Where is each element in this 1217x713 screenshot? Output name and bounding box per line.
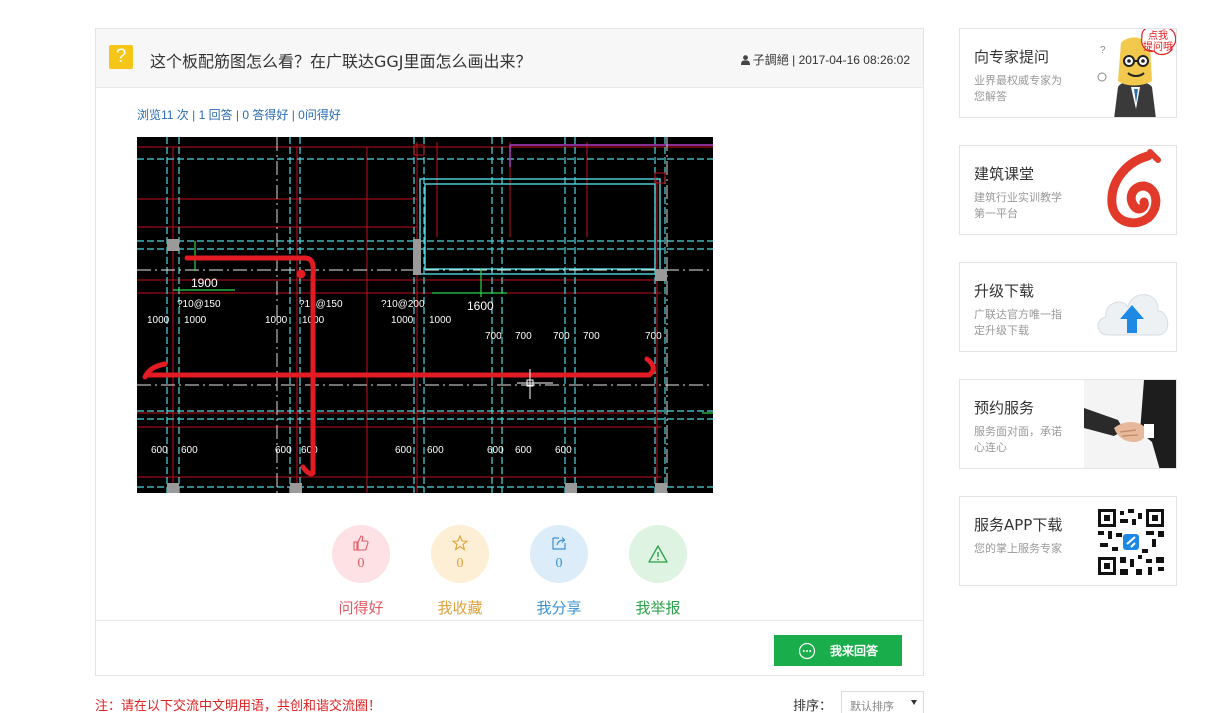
cad-dim-label: 700 (515, 331, 532, 342)
share-button[interactable]: 0 我分享 (528, 525, 590, 618)
good-question-button[interactable]: 0 问得好 (330, 525, 392, 618)
sidebar-title[interactable]: 向专家提问 (974, 46, 1049, 67)
handshake-icon (1084, 380, 1176, 468)
favorite-count: 0 (456, 556, 464, 571)
sidebar-title[interactable]: 服务APP下载 (974, 514, 1062, 535)
cad-dim-1900: 1900 (191, 276, 218, 290)
good-question-circle[interactable]: 0 (332, 525, 390, 583)
meta-separator: | (792, 53, 796, 67)
question-mark-icon: ? (109, 45, 133, 69)
favorite-circle[interactable]: 0 (431, 525, 489, 583)
cad-dim-label: 600 (515, 445, 532, 456)
sidebar-ask-expert[interactable]: 向专家提问 业界最权威专家为您解答 ? 点我 提问哦 (959, 28, 1177, 118)
user-icon (740, 55, 750, 65)
share-circle[interactable]: 0 (530, 525, 588, 583)
svg-text:?: ? (1100, 45, 1106, 56)
answer-bar: 我来回答 (96, 620, 923, 675)
qr-code-icon (1098, 509, 1164, 575)
sidebar-desc: 您的掌上服务专家 (974, 542, 1062, 555)
question-stats: 浏览11 次 | 1 回答 | 0 答得好 | 0问得好 (137, 108, 341, 122)
cad-dim-label: 1000 (147, 315, 170, 326)
sidebar-desc: 服务面对面，承诺心连心 (974, 425, 1062, 454)
expert-mascot-icon: ? 点我 提问哦 (1097, 29, 1176, 117)
report-label[interactable]: 我举报 (617, 597, 699, 618)
report-circle[interactable] (629, 525, 687, 583)
cloud-upload-icon (1097, 294, 1169, 336)
question-actions: 0 问得好 0 我收藏 0 我分享 我举报 (330, 525, 710, 625)
cad-dim-label: 600 (555, 445, 572, 456)
good-question-label[interactable]: 问得好 (320, 597, 402, 618)
post-date: 2017-04-16 08:26:02 (798, 53, 910, 67)
cad-bar-label: ?10@150 (177, 299, 221, 310)
good-question-count: 0 (357, 556, 365, 571)
cad-dim-label: 700 (583, 331, 600, 342)
sidebar-appointment[interactable]: 预约服务 服务面对面，承诺心连心 (959, 379, 1177, 469)
sidebar-title[interactable]: 预约服务 (974, 397, 1034, 418)
cad-dim-label: 600 (395, 445, 412, 456)
share-icon (552, 537, 566, 550)
cad-dim-label: 700 (485, 331, 502, 342)
expert-bubble-text: 提问哦 (1143, 40, 1173, 53)
cad-dim-label: 600 (181, 445, 198, 456)
question-card: ? 这个板配筋图怎么看？在广联达GGJ里面怎么画出来？ 子調絕 | 2017-0… (95, 28, 924, 676)
answer-button[interactable]: 我来回答 (774, 635, 902, 666)
sidebar-desc: 建筑行业实训教学第一平台 (974, 191, 1062, 220)
cad-dim-label: 1000 (265, 315, 288, 326)
sort-select[interactable]: 默认排序 (841, 691, 924, 713)
question-title: 这个板配筋图怎么看？在广联达GGJ里面怎么画出来？ (150, 52, 532, 71)
expert-bubble-text: 点我 (1148, 30, 1168, 42)
cad-dim-label: 600 (151, 445, 168, 456)
cad-dim-label: 1000 (391, 315, 414, 326)
warning-icon (648, 545, 668, 563)
thumbs-up-icon (353, 535, 369, 551)
sidebar-title[interactable]: 建筑课堂 (974, 163, 1034, 184)
author-name[interactable]: 子調絕 (753, 53, 789, 67)
question-meta: 子調絕 | 2017-04-16 08:26:02 (740, 51, 910, 68)
favorite-label[interactable]: 我收藏 (419, 597, 501, 618)
cad-dim-label: 600 (487, 445, 504, 456)
report-button[interactable]: 我举报 (627, 525, 689, 618)
cad-bar-label: ?10@150 (299, 299, 343, 310)
sidebar-academy[interactable]: 建筑课堂 建筑行业实训教学第一平台 (959, 145, 1177, 235)
sidebar-upgrade-download[interactable]: 升级下载 广联达官方唯一指定升级下载 (959, 262, 1177, 352)
sidebar-desc: 广联达官方唯一指定升级下载 (974, 308, 1062, 337)
academy-logo-icon (1107, 149, 1161, 228)
cad-dim-label: 1000 (184, 315, 207, 326)
sidebar-title[interactable]: 升级下载 (974, 280, 1034, 301)
cad-bar-label: ?10@200 (381, 299, 425, 310)
cad-dim-label: 1000 (429, 315, 452, 326)
sidebar-desc: 业界最权威专家为您解答 (974, 74, 1062, 103)
question-header: ? 这个板配筋图怎么看？在广联达GGJ里面怎么画出来？ 子調絕 | 2017-0… (96, 29, 923, 88)
cad-dim-1600: 1600 (467, 299, 494, 313)
answer-button-label[interactable]: 我来回答 (830, 644, 878, 658)
star-icon (452, 535, 468, 551)
chat-bubble-icon (798, 642, 816, 659)
civility-notice: 注：请在以下交流中文明用语，共创和谐交流圈！ (95, 699, 382, 713)
cad-dim-label: 600 (427, 445, 444, 456)
question-image[interactable]: 1900 1600 ?10@150 ?10@150 ?10@200 1000 1… (137, 137, 713, 493)
cad-dim-label: 600 (275, 445, 292, 456)
favorite-button[interactable]: 0 我收藏 (429, 525, 491, 618)
share-label[interactable]: 我分享 (518, 597, 600, 618)
cad-dim-label: 600 (301, 445, 318, 456)
cad-dim-label: 700 (645, 331, 662, 342)
sidebar-app-download[interactable]: 服务APP下载 您的掌上服务专家 (959, 496, 1177, 586)
sort-select-value[interactable]: 默认排序 (850, 700, 894, 713)
sort-label: 排序： (793, 699, 833, 713)
cad-dim-label: 700 (553, 331, 570, 342)
share-count: 0 (555, 556, 563, 571)
dropdown-arrow-icon[interactable] (911, 700, 917, 705)
